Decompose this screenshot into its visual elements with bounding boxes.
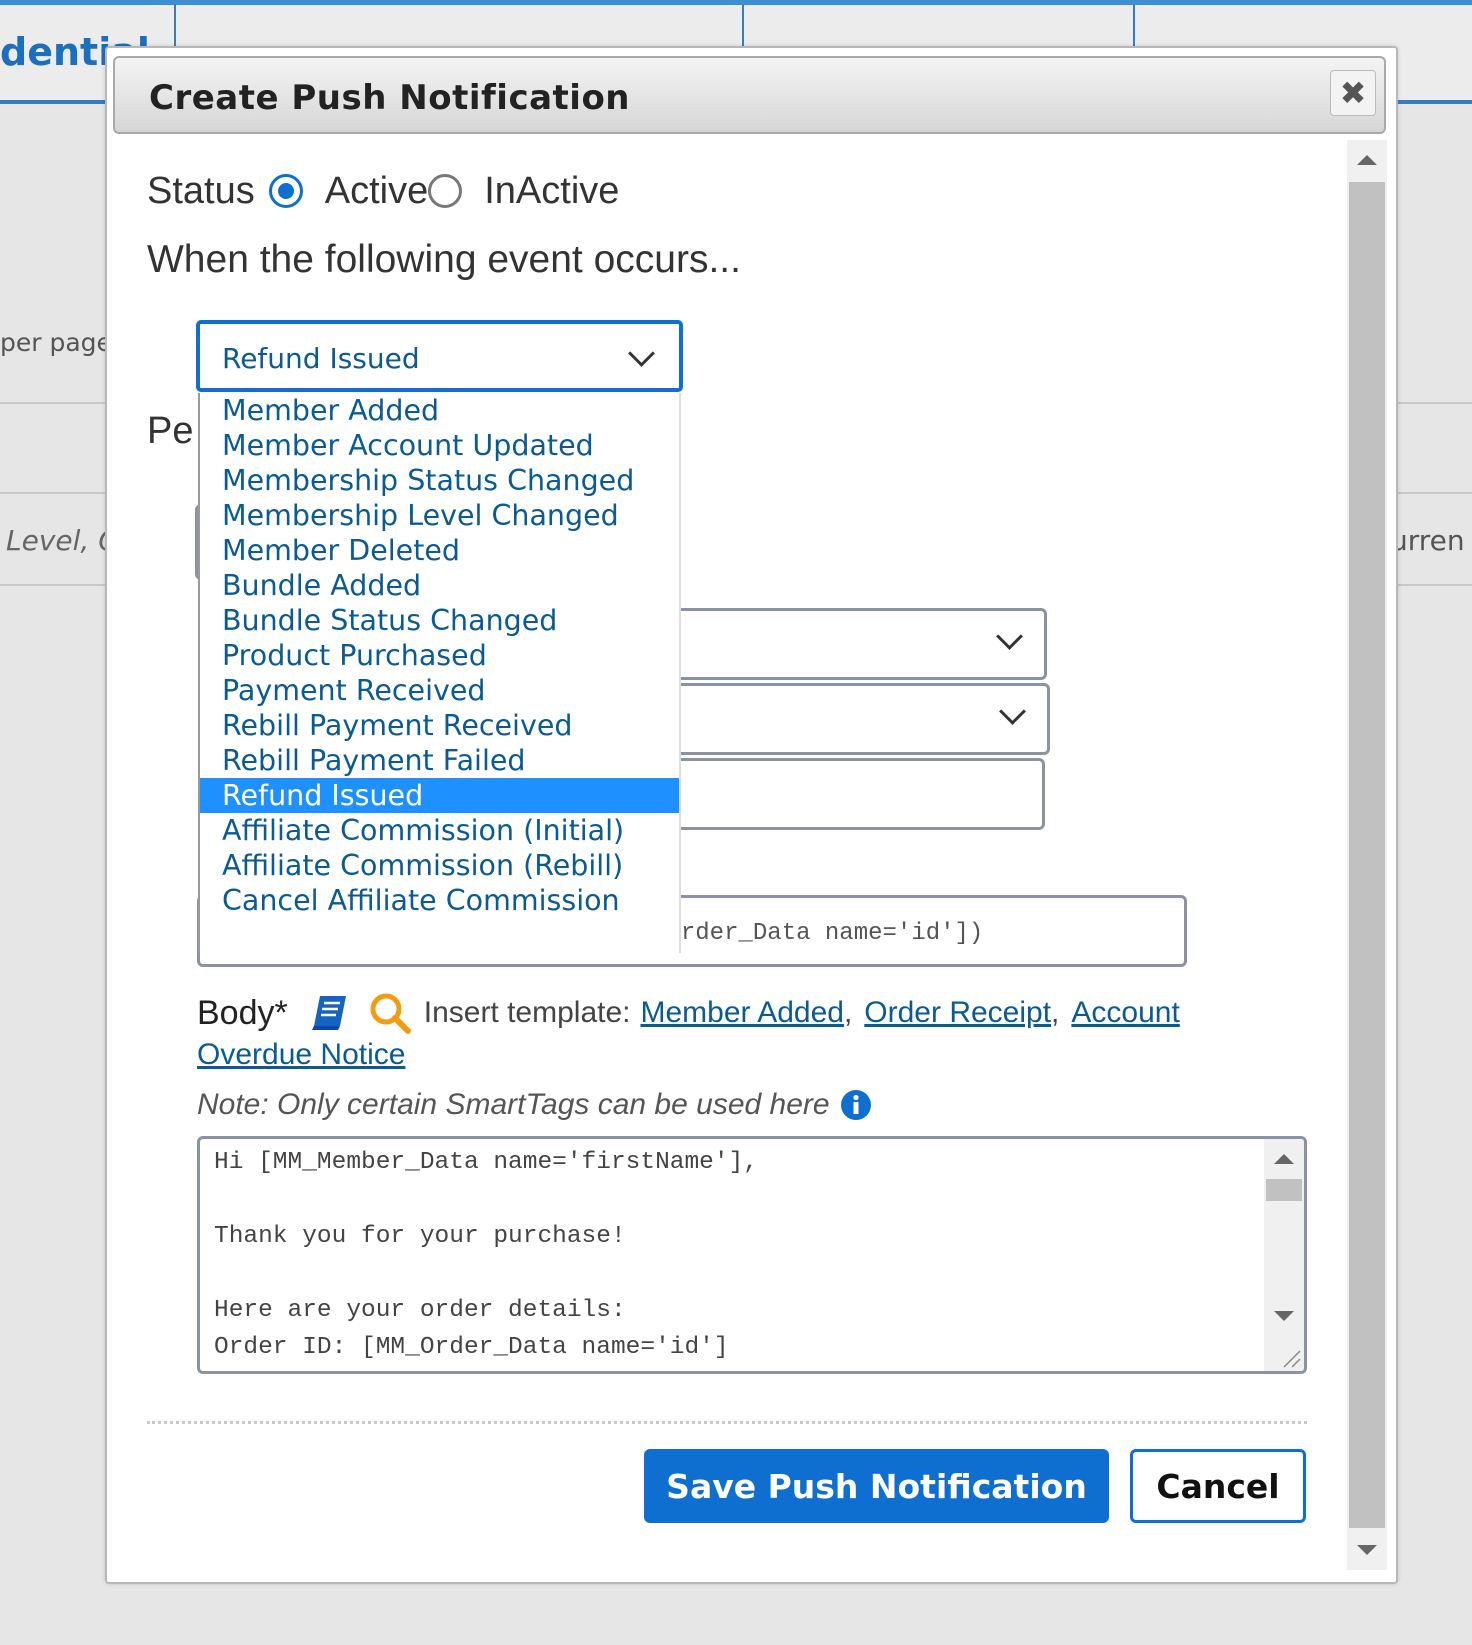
push-notification-dialog: Create Push Notification ✖ Status Active… [105,46,1398,1584]
scroll-down-arrow-icon[interactable] [1347,1530,1387,1570]
background-divider [1394,402,1472,404]
close-button[interactable]: ✖ [1330,70,1376,116]
footer-divider [147,1421,1307,1424]
event-dropdown-list[interactable]: Member Added Member Account Updated Memb… [198,393,681,953]
dropdown-option[interactable]: Membership Level Changed [200,498,679,533]
body-line: Order ID: [MM_Order_Data name='id'] [214,1334,729,1361]
book-icon[interactable] [310,994,350,1032]
note-text: Note: Only certain SmartTags can be used… [197,1088,830,1121]
save-push-notification-button[interactable]: Save Push Notification [644,1449,1109,1523]
header-underline [0,100,110,104]
background-currency-cell: urren [1390,524,1465,557]
body-line: Here are your order details: [214,1297,626,1324]
hidden-select-1[interactable] [647,608,1047,680]
dropdown-option[interactable]: Cancel Affiliate Commission [200,883,679,918]
cancel-button[interactable]: Cancel [1130,1449,1306,1523]
dropdown-option[interactable]: Affiliate Commission (Rebill) [200,848,679,883]
scrollbar-thumb[interactable] [1349,182,1385,1528]
template-link-overdue-notice[interactable]: Overdue Notice [197,1038,405,1072]
dropdown-option[interactable]: Product Purchased [200,638,679,673]
dialog-title: Create Push Notification [149,78,631,118]
status-inactive-label[interactable]: InActive [484,170,619,213]
dialog-scrollbar[interactable] [1347,140,1387,1570]
dropdown-option[interactable]: Rebill Payment Failed [200,743,679,778]
background-per-page-label: per page [0,328,112,357]
event-selected-value: Refund Issued [222,342,420,375]
scroll-up-arrow-icon[interactable] [1347,140,1387,180]
scroll-up-arrow-icon[interactable] [1274,1154,1294,1164]
background-divider [0,492,110,494]
body-textarea[interactable]: Hi [MM_Member_Data name='firstName'], Th… [197,1136,1307,1374]
search-icon[interactable] [368,991,412,1035]
status-active-radio[interactable] [268,174,303,208]
scroll-down-arrow-icon[interactable] [1274,1311,1294,1321]
smarttags-note: Note: Only certain SmartTags can be used… [197,1083,872,1127]
resize-grip-icon[interactable] [1280,1347,1302,1369]
template-link-member-added[interactable]: Member Added [641,996,844,1030]
dropdown-option[interactable]: Member Account Updated [200,428,679,463]
header-underline [1390,100,1472,104]
dropdown-option[interactable]: Member Added [200,393,679,428]
info-icon[interactable] [840,1089,872,1121]
background-divider [1394,492,1472,494]
status-active-label[interactable]: Active [325,170,428,213]
dialog-titlebar[interactable]: Create Push Notification ✖ [113,56,1386,134]
body-toolbar: Body* Insert template: Member Added, Ord… [197,988,1180,1038]
background-divider [1394,584,1472,586]
body-line: Thank you for your purchase! [214,1223,626,1250]
dropdown-option[interactable]: Payment Received [200,673,679,708]
textarea-scroll-thumb[interactable] [1266,1179,1302,1201]
hidden-text-field[interactable] [647,758,1045,830]
template-link-account[interactable]: Account [1071,996,1179,1030]
background-divider [0,584,110,586]
body-line: Hi [MM_Member_Data name='firstName'], [214,1149,758,1176]
insert-template-label: Insert template: [423,996,631,1029]
hidden-select-2[interactable] [647,683,1050,755]
section-label: Pe [147,410,194,452]
status-row: Status Active InActive [147,166,619,216]
background-level-cell: Level, C [6,524,118,557]
textarea-scrollbar[interactable] [1264,1139,1304,1371]
template-link-order-receipt[interactable]: Order Receipt [864,996,1051,1030]
background-divider [0,402,110,404]
dropdown-option[interactable]: Member Deleted [200,533,679,568]
close-icon[interactable]: ✖ [1340,77,1367,109]
dropdown-option[interactable]: Rebill Payment Received [200,708,679,743]
body-label: Body* [197,993,288,1032]
status-label: Status [147,169,255,212]
dropdown-option[interactable]: Membership Status Changed [200,463,679,498]
status-inactive-radio[interactable] [428,174,463,208]
dropdown-option[interactable]: Bundle Status Changed [200,603,679,638]
event-heading: When the following event occurs... [147,238,741,281]
dropdown-option-selected[interactable]: Refund Issued [200,778,679,813]
dropdown-option[interactable]: Bundle Added [200,568,679,603]
dropdown-option[interactable]: Affiliate Commission (Initial) [200,813,679,848]
chevron-down-icon [628,340,655,367]
event-select[interactable]: Refund Issued [197,321,682,391]
